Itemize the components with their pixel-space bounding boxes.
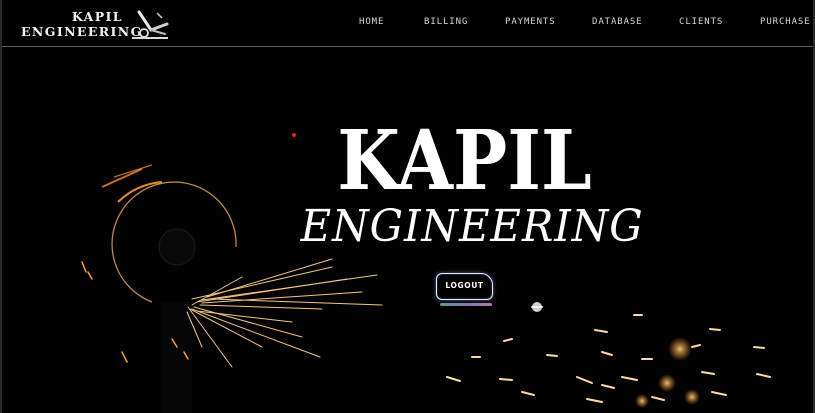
hot-spots	[532, 302, 700, 408]
page: KAPIL ENGINEERING HOME BILLING PAYMENTS …	[0, 0, 815, 413]
hero-title: KAPIL	[337, 113, 592, 209]
nav-home[interactable]: HOME	[359, 17, 384, 27]
red-dot	[292, 133, 296, 137]
nav-billing[interactable]: BILLING	[424, 17, 468, 27]
nav-payments[interactable]: PAYMENTS	[505, 17, 556, 27]
logout-button-glow	[440, 303, 492, 306]
nav-database[interactable]: DATABASE	[592, 17, 643, 27]
right-sparks	[446, 306, 771, 403]
grinder-disc	[101, 164, 237, 413]
main-nav: HOME BILLING PAYMENTS DATABASE CLIENTS P…	[2, 17, 813, 31]
top-navbar: KAPIL ENGINEERING HOME BILLING PAYMENTS …	[2, 0, 813, 47]
nav-clients[interactable]: CLIENTS	[679, 17, 723, 27]
logout-button[interactable]: LOGOUT	[436, 273, 493, 300]
spark-spray	[186, 258, 383, 368]
nav-purchase[interactable]: PURCHASE	[760, 17, 811, 27]
hero-subtitle: ENGINEERING	[300, 201, 644, 252]
